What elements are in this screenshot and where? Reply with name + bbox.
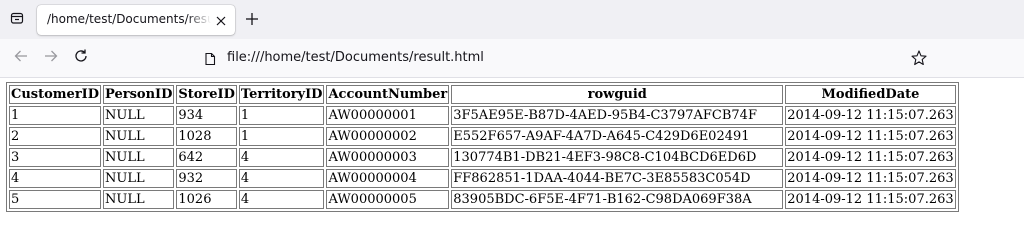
table-cell: 4 <box>9 169 102 188</box>
table-cell: 3 <box>9 148 102 167</box>
navigation-bar: file:///home/test/Documents/result.html <box>0 39 1024 78</box>
close-icon <box>216 11 226 30</box>
star-icon <box>910 50 928 71</box>
tab-active[interactable]: /home/test/Documents/result.html <box>37 5 235 35</box>
table-cell: NULL <box>103 190 175 209</box>
table-row: 4 NULL 932 4 AW00000004 FF862851-1DAA-40… <box>9 169 956 188</box>
url-text[interactable]: file:///home/test/Documents/result.html <box>227 50 484 65</box>
table-cell: AW00000001 <box>326 106 450 125</box>
table-cell: 1 <box>9 106 102 125</box>
table-cell: 4 <box>238 148 325 167</box>
table-cell: 4 <box>238 190 325 209</box>
table-cell: AW00000005 <box>326 190 450 209</box>
reload-icon <box>73 48 89 68</box>
table-cell: 2014-09-12 11:15:07.263 <box>785 190 956 209</box>
tab-list-button[interactable] <box>4 8 30 32</box>
table-cell: NULL <box>103 169 175 188</box>
column-header: AccountNumber <box>326 85 450 104</box>
column-header: CustomerID <box>9 85 102 104</box>
tab-close-button[interactable] <box>213 12 229 28</box>
table-cell: 2014-09-12 11:15:07.263 <box>785 127 956 146</box>
forward-button[interactable] <box>38 46 64 70</box>
table-row: 3 NULL 642 4 AW00000003 130774B1-DB21-4E… <box>9 148 956 167</box>
table-cell: 1028 <box>176 127 237 146</box>
new-tab-button[interactable] <box>240 8 264 32</box>
table-row: 2 NULL 1028 1 AW00000002 E552F657-A9AF-4… <box>9 127 956 146</box>
tab-title: /home/test/Documents/result.html <box>47 12 211 26</box>
table-cell: 932 <box>176 169 237 188</box>
table-cell: AW00000002 <box>326 127 450 146</box>
table-cell: 4 <box>238 169 325 188</box>
table-cell: NULL <box>103 106 175 125</box>
plus-icon <box>245 11 259 30</box>
table-cell: 5 <box>9 190 102 209</box>
table-cell: 934 <box>176 106 237 125</box>
tab-list-icon <box>9 10 25 30</box>
url-bar[interactable]: file:///home/test/Documents/result.html <box>193 44 939 72</box>
arrow-left-icon <box>13 48 29 68</box>
column-header: PersonID <box>103 85 175 104</box>
table-cell: 2 <box>9 127 102 146</box>
table-cell: 130774B1-DB21-4EF3-98C8-C104BCD6ED6D <box>451 148 784 167</box>
table-cell: 1026 <box>176 190 237 209</box>
column-header: rowguid <box>451 85 784 104</box>
table-cell: NULL <box>103 127 175 146</box>
table-cell: AW00000003 <box>326 148 450 167</box>
table-cell: 1 <box>238 127 325 146</box>
table-cell: 83905BDC-6F5E-4F71-B162-C98DA069F38A <box>451 190 784 209</box>
arrow-right-icon <box>43 48 59 68</box>
back-button[interactable] <box>8 46 34 70</box>
table-cell: FF862851-1DAA-4044-BE7C-3E85583C054D <box>451 169 784 188</box>
table-cell: 2014-09-12 11:15:07.263 <box>785 106 956 125</box>
table-header-row: CustomerID PersonID StoreID TerritoryID … <box>9 85 956 104</box>
bookmark-button[interactable] <box>910 49 928 67</box>
table-cell: AW00000004 <box>326 169 450 188</box>
table-cell: 642 <box>176 148 237 167</box>
table-row: 1 NULL 934 1 AW00000001 3F5AE95E-B87D-4A… <box>9 106 956 125</box>
table-cell: 2014-09-12 11:15:07.263 <box>785 148 956 167</box>
table-cell: 3F5AE95E-B87D-4AED-95B4-C3797AFCB74F <box>451 106 784 125</box>
reload-button[interactable] <box>68 46 94 70</box>
table-cell: 1 <box>238 106 325 125</box>
table-cell: E552F657-A9AF-4A7D-A645-C429D6E02491 <box>451 127 784 146</box>
page-content: CustomerID PersonID StoreID TerritoryID … <box>6 82 959 212</box>
table-row: 5 NULL 1026 4 AW00000005 83905BDC-6F5E-4… <box>9 190 956 209</box>
column-header: TerritoryID <box>238 85 325 104</box>
column-header: StoreID <box>176 85 237 104</box>
table-cell: NULL <box>103 148 175 167</box>
table-cell: 2014-09-12 11:15:07.263 <box>785 169 956 188</box>
result-table: CustomerID PersonID StoreID TerritoryID … <box>6 82 959 212</box>
column-header: ModifiedDate <box>785 85 956 104</box>
page-icon <box>203 51 217 66</box>
tab-strip: /home/test/Documents/result.html <box>0 0 1024 39</box>
